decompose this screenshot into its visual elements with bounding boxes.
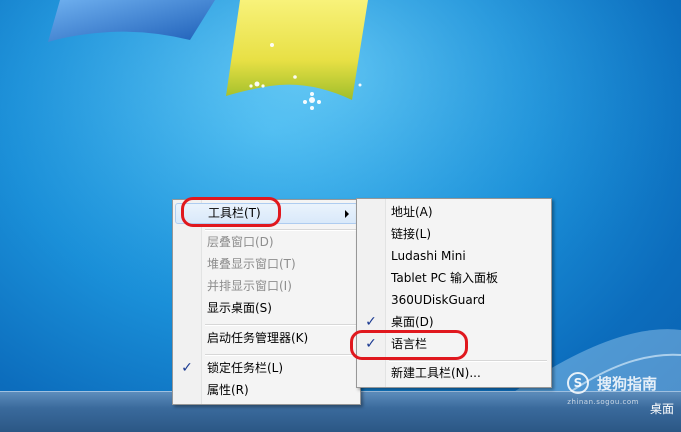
menu-separator: [389, 360, 547, 362]
menu-item-label: 新建工具栏(N)...: [391, 366, 481, 380]
menu-item-label: Tablet PC 输入面板: [391, 271, 498, 285]
menu-item-label: 并排显示窗口(I): [207, 279, 292, 293]
menu-item-label: 锁定任务栏(L): [207, 361, 284, 375]
menu-item-toolbars[interactable]: 工具栏(T): [175, 203, 358, 224]
submenu-item-address[interactable]: 地址(A): [359, 202, 549, 223]
submenu-item-new-toolbar[interactable]: 新建工具栏(N)...: [359, 363, 549, 384]
toolbars-submenu: 地址(A) 链接(L) Ludashi Mini Tablet PC 输入面板 …: [356, 198, 552, 388]
menu-item-label: 链接(L): [391, 227, 432, 241]
watermark-logo: S: [567, 372, 589, 394]
watermark-url: zhinan.sogou.com: [567, 398, 639, 406]
watermark-text: 搜狗指南: [596, 375, 657, 393]
menu-item-lock-taskbar[interactable]: 锁定任务栏(L): [175, 358, 358, 379]
menu-item-label: 堆叠显示窗口(T): [207, 257, 296, 271]
menu-separator: [205, 324, 356, 326]
submenu-item-links[interactable]: 链接(L): [359, 224, 549, 245]
menu-item-label: 语言栏: [391, 337, 428, 351]
menu-item-show-desktop[interactable]: 显示桌面(S): [175, 298, 358, 319]
desktop-toolbar-label[interactable]: 桌面: [650, 400, 674, 417]
submenu-item-tablet-pc-input[interactable]: Tablet PC 输入面板: [359, 268, 549, 289]
menu-item-side-by-side[interactable]: 并排显示窗口(I): [175, 276, 358, 297]
menu-item-task-manager[interactable]: 启动任务管理器(K): [175, 328, 358, 349]
menu-item-label: 启动任务管理器(K): [207, 331, 309, 345]
menu-item-label: 属性(R): [207, 383, 249, 397]
menu-item-label: 显示桌面(S): [207, 301, 272, 315]
menu-item-cascade[interactable]: 层叠窗口(D): [175, 232, 358, 253]
submenu-item-360udiskguard[interactable]: 360UDiskGuard: [359, 290, 549, 311]
submenu-item-language-bar[interactable]: 语言栏: [359, 334, 549, 355]
menu-separator: [205, 229, 356, 231]
submenu-arrow-icon: [345, 210, 349, 218]
menu-item-label: Ludashi Mini: [391, 249, 466, 263]
menu-item-label: 工具栏(T): [208, 206, 261, 220]
submenu-item-ludashi-mini[interactable]: Ludashi Mini: [359, 246, 549, 267]
menu-separator: [205, 354, 356, 356]
menu-item-label: 桌面(D): [391, 315, 434, 329]
menu-item-properties[interactable]: 属性(R): [175, 380, 358, 401]
menu-item-label: 360UDiskGuard: [391, 293, 486, 307]
submenu-item-desktop[interactable]: 桌面(D): [359, 312, 549, 333]
menu-item-label: 层叠窗口(D): [207, 235, 274, 249]
menu-item-label: 地址(A): [391, 205, 433, 219]
menu-item-stack[interactable]: 堆叠显示窗口(T): [175, 254, 358, 275]
taskbar-context-menu: 工具栏(T) 层叠窗口(D) 堆叠显示窗口(T) 并排显示窗口(I) 显示桌面(…: [172, 199, 361, 405]
